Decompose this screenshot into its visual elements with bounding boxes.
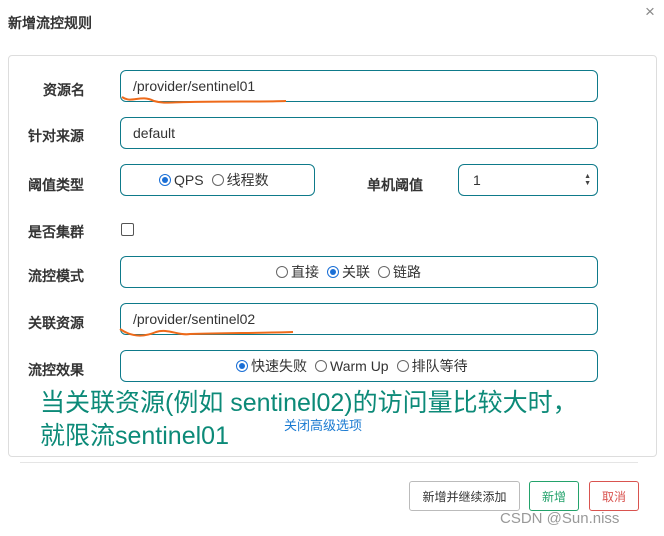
single-threshold-label: 单机阈值 [367, 177, 423, 193]
flow-mode-chain-label: 链路 [393, 264, 421, 280]
single-threshold-input[interactable]: 1 ▲ ▼ [458, 164, 598, 196]
radio-icon[interactable] [378, 266, 390, 278]
origin-input[interactable]: default [120, 117, 598, 149]
threshold-type-label: 阈值类型 [28, 177, 84, 193]
close-advanced-link[interactable]: 关闭高级选项 [284, 415, 362, 434]
radio-icon[interactable] [276, 266, 288, 278]
add-button[interactable]: 新增 [529, 481, 579, 511]
effect-group: 快速失败 Warm Up 排队等待 [120, 350, 598, 382]
effect-label: 流控效果 [28, 362, 84, 378]
flow-mode-direct-label: 直接 [291, 264, 319, 280]
footer-divider [20, 462, 638, 463]
cluster-checkbox[interactable] [121, 223, 134, 236]
threshold-type-qps[interactable]: QPS [159, 172, 204, 188]
flow-mode-label: 流控模式 [28, 268, 84, 284]
effect-fast-fail-label: 快速失败 [251, 358, 307, 374]
ref-resource-label: 关联资源 [28, 315, 84, 331]
dialog-title: 新增流控规则 [8, 15, 92, 31]
threshold-type-qps-label: QPS [174, 172, 204, 188]
spinner-icon[interactable]: ▲ ▼ [584, 173, 591, 187]
radio-icon[interactable] [159, 174, 171, 186]
origin-label: 针对来源 [28, 128, 84, 144]
radio-icon[interactable] [236, 360, 248, 372]
radio-icon[interactable] [315, 360, 327, 372]
origin-input-value: default [133, 125, 176, 141]
effect-warm-up[interactable]: Warm Up [315, 358, 389, 374]
cancel-button[interactable]: 取消 [589, 481, 639, 511]
radio-icon[interactable] [211, 174, 224, 186]
radio-icon[interactable] [327, 266, 339, 278]
effect-fast-fail[interactable]: 快速失败 [236, 356, 307, 376]
add-continue-button[interactable]: 新增并继续添加 [409, 481, 520, 511]
threshold-type-group: QPS 线程数 [120, 164, 315, 196]
handwritten-underline [121, 96, 287, 104]
flow-mode-direct[interactable]: 直接 [276, 262, 319, 282]
threshold-type-thread-label: 线程数 [226, 172, 269, 188]
handwritten-underline [119, 328, 294, 337]
resource-label: 资源名 [43, 82, 85, 98]
flow-mode-relate[interactable]: 关联 [327, 262, 370, 282]
effect-warm-up-label: Warm Up [330, 358, 389, 374]
flow-mode-relate-label: 关联 [342, 264, 370, 280]
flow-mode-chain[interactable]: 链路 [378, 262, 421, 282]
effect-queue-label: 排队等待 [411, 358, 468, 374]
flow-mode-group: 直接 关联 链路 [120, 256, 598, 288]
watermark: CSDN @Sun.niss [500, 510, 620, 527]
effect-queue[interactable]: 排队等待 [396, 356, 468, 376]
radio-icon[interactable] [396, 360, 409, 372]
cluster-label: 是否集群 [28, 224, 84, 240]
close-icon[interactable]: × [645, 2, 655, 22]
single-threshold-value: 1 [473, 172, 481, 188]
threshold-type-thread[interactable]: 线程数 [211, 170, 269, 190]
